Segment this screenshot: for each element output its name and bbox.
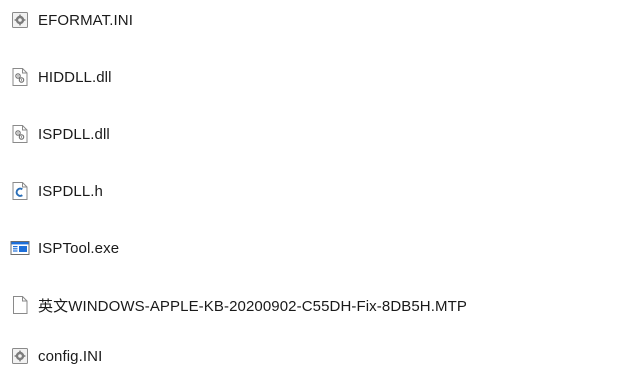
dll-file-icon: [10, 124, 30, 144]
generic-file-icon: [10, 295, 30, 315]
file-item-hiddll-dll[interactable]: HIDDLL.dll: [10, 62, 112, 92]
file-item-eformat-ini[interactable]: EFORMAT.INI: [10, 5, 133, 35]
dll-file-icon: [10, 67, 30, 87]
ini-settings-icon: [10, 346, 30, 366]
file-name: ISPDLL.dll: [38, 125, 110, 143]
file-name: ISPDLL.h: [38, 182, 104, 200]
ini-settings-icon: [10, 10, 30, 30]
file-name: ISPTool.exe: [38, 239, 120, 257]
file-name: config.INI: [38, 347, 103, 365]
file-item-ispdll-dll[interactable]: ISPDLL.dll: [10, 119, 110, 149]
file-item-ispdll-h[interactable]: ISPDLL.h: [10, 176, 103, 206]
c-header-file-icon: [10, 181, 30, 201]
file-item-isptool-exe[interactable]: ISPTool.exe: [10, 233, 119, 263]
file-name: HIDDLL.dll: [38, 68, 112, 86]
file-item-mtp-file[interactable]: 英文WINDOWS-APPLE-KB-20200902-C55DH-Fix-8D…: [10, 290, 467, 320]
file-item-config-ini[interactable]: config.INI: [10, 341, 102, 371]
exe-application-icon: [10, 238, 30, 258]
file-name: 英文WINDOWS-APPLE-KB-20200902-C55DH-Fix-8D…: [38, 297, 467, 315]
file-name: EFORMAT.INI: [38, 11, 133, 29]
